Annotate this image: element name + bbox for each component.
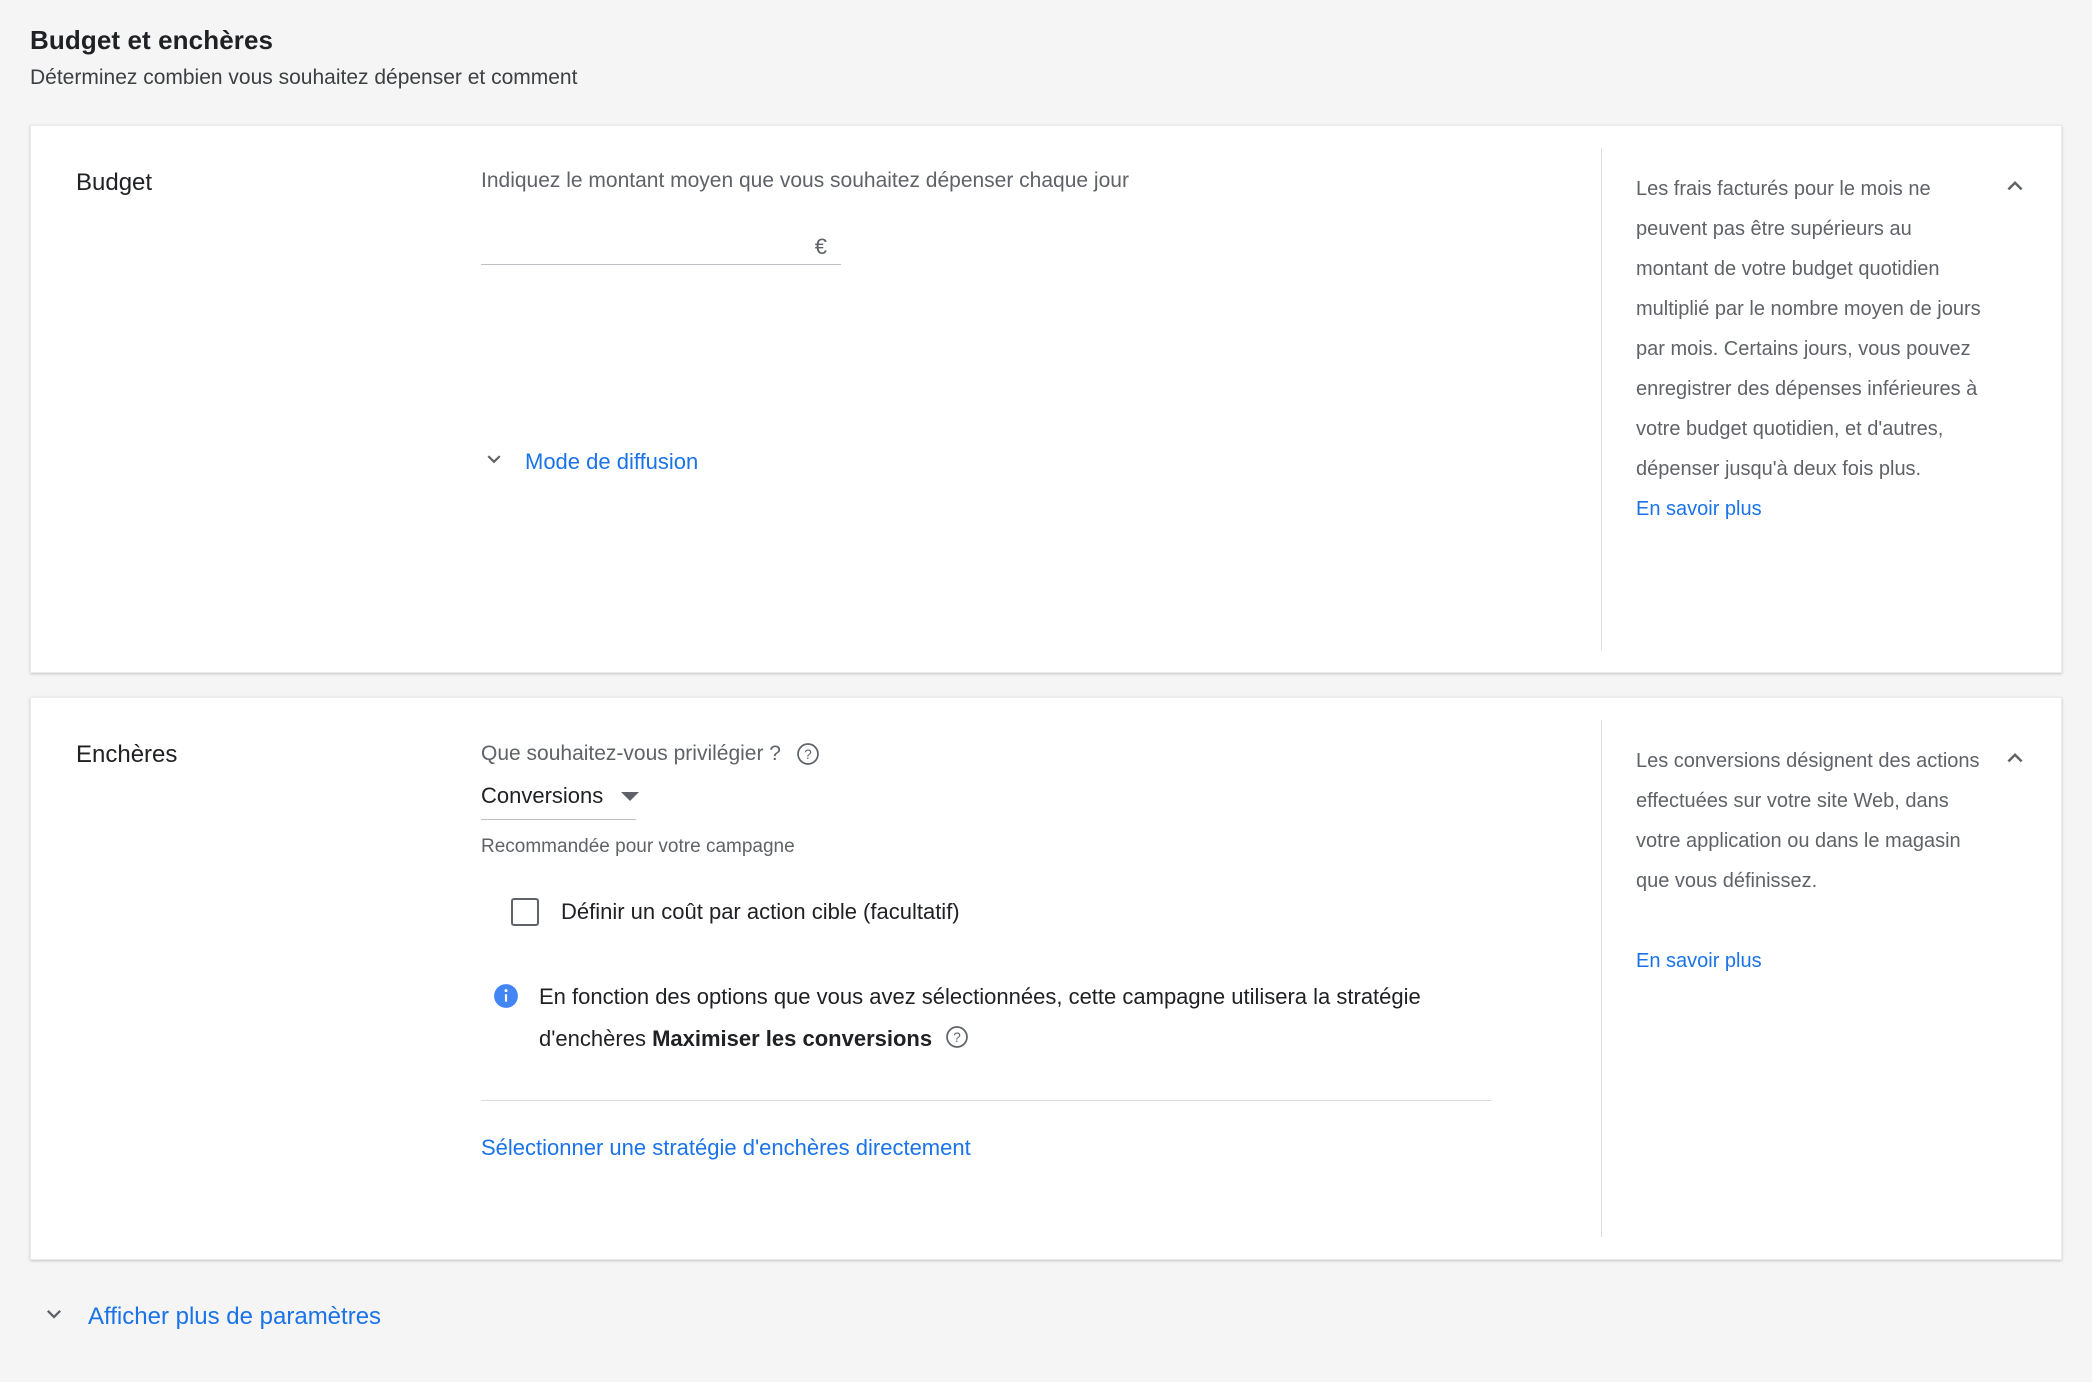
budget-label-column: Budget xyxy=(31,126,481,672)
chevron-down-icon xyxy=(40,1300,68,1333)
budget-card: Budget Indiquez le montant moyen que vou… xyxy=(30,125,2062,673)
budget-help-column: Les frais facturés pour le mois ne peuve… xyxy=(1601,126,2061,672)
info-circle-icon xyxy=(493,983,519,1009)
svg-text:?: ? xyxy=(804,747,812,762)
budget-field-label: Indiquez le montant moyen que vous souha… xyxy=(481,169,1561,193)
bidding-focus-select[interactable]: Conversions xyxy=(481,783,636,820)
show-more-settings-toggle[interactable]: Afficher plus de paramètres xyxy=(40,1300,381,1333)
svg-text:?: ? xyxy=(953,1030,961,1045)
bidding-question-label: Que souhaitez-vous privilégier ? xyxy=(481,742,781,766)
page-header: Budget et enchères Déterminez combien vo… xyxy=(0,0,2092,90)
delivery-method-label: Mode de diffusion xyxy=(525,449,698,475)
bidding-strategy-info: En fonction des options que vous avez sé… xyxy=(493,976,1561,1064)
bidding-collapse-button[interactable] xyxy=(1991,734,2039,782)
bidding-learn-more-link[interactable]: En savoir plus xyxy=(1636,941,1981,981)
help-circle-icon[interactable]: ? xyxy=(795,741,821,767)
bidding-main-column: Que souhaitez-vous privilégier ? ? Conve… xyxy=(481,698,1601,1259)
page-title: Budget et enchères xyxy=(30,25,2092,56)
target-cpa-checkbox-row[interactable]: Définir un coût par action cible (facult… xyxy=(511,898,960,926)
daily-budget-input[interactable]: € xyxy=(481,211,841,265)
budget-collapse-button[interactable] xyxy=(1991,162,2039,210)
page-subtitle: Déterminez combien vous souhaitez dépens… xyxy=(30,66,2092,90)
show-more-settings-label: Afficher plus de paramètres xyxy=(88,1303,381,1331)
budget-main-column: Indiquez le montant moyen que vous souha… xyxy=(481,126,1601,672)
bidding-card: Enchères Que souhaitez-vous privilégier … xyxy=(30,697,2062,1260)
bidding-help-column: Les conversions désignent des actions ef… xyxy=(1601,698,2061,1259)
chevron-down-icon xyxy=(481,446,507,477)
budget-section-title: Budget xyxy=(76,169,152,196)
delivery-method-toggle[interactable]: Mode de diffusion xyxy=(481,446,698,477)
help-spacer xyxy=(1636,901,1981,941)
bidding-strategy-name: Maximiser les conversions xyxy=(652,1026,932,1051)
bidding-select-hint: Recommandée pour votre campagne xyxy=(481,836,1561,858)
budget-learn-more-link[interactable]: En savoir plus xyxy=(1636,489,1981,529)
bidding-divider xyxy=(481,1100,1491,1101)
bidding-label-column: Enchères xyxy=(31,698,481,1259)
bidding-question-row: Que souhaitez-vous privilégier ? ? xyxy=(481,741,1561,767)
budget-help-text: Les frais facturés pour le mois ne peuve… xyxy=(1636,178,1981,480)
bidding-strategy-info-text: En fonction des options que vous avez sé… xyxy=(539,976,1439,1064)
bidding-help-text: Les conversions désignent des actions ef… xyxy=(1636,750,1980,892)
target-cpa-label: Définir un coût par action cible (facult… xyxy=(561,899,960,925)
target-cpa-checkbox[interactable] xyxy=(511,898,539,926)
budget-and-bidding-page: Budget et enchères Déterminez combien vo… xyxy=(0,0,2092,1382)
help-circle-icon[interactable]: ? xyxy=(944,1022,970,1064)
caret-down-icon xyxy=(621,792,639,801)
bidding-focus-value: Conversions xyxy=(481,783,603,809)
bidding-section-title: Enchères xyxy=(76,741,177,768)
chevron-up-icon xyxy=(2000,743,2030,773)
select-bid-strategy-link[interactable]: Sélectionner une stratégie d'enchères di… xyxy=(481,1135,971,1161)
chevron-up-icon xyxy=(2000,171,2030,201)
currency-symbol: € xyxy=(815,236,841,258)
